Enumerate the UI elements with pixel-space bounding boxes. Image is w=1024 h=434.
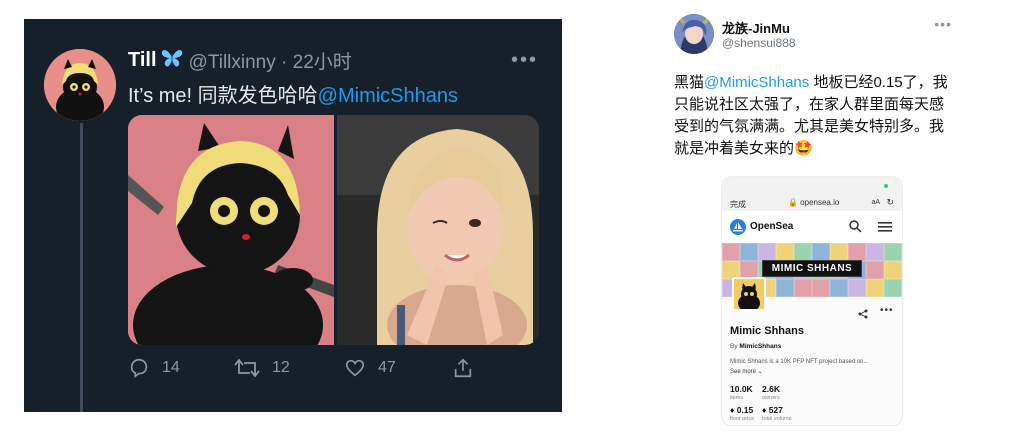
opensea-screenshot[interactable]: 完成 🔒 opensea.io aA ↻ OpenSea MIMIC SHHAN…: [721, 176, 903, 426]
see-more-link[interactable]: See more ⌄: [730, 368, 763, 375]
items-label: items: [730, 395, 744, 401]
retweet-button[interactable]: 12: [234, 357, 344, 379]
reply-button[interactable]: 14: [128, 357, 234, 379]
status-dot: [884, 184, 888, 188]
author-handle: @shensui888: [722, 36, 796, 50]
tweet-text-start: 黑猫: [674, 74, 705, 91]
anime-avatar-icon: [674, 14, 714, 54]
tweet-text-line1-end: 地板已经0.15: [809, 74, 903, 91]
volume-label: total volume: [762, 416, 792, 422]
dark-tweet-card: Till @Tillxinny · 22小时 ••• It’s me! 同款发色…: [24, 19, 562, 412]
owners-label: owners: [762, 395, 780, 401]
tweet-actions: 14 12 47: [128, 357, 508, 379]
items-value: 10.0K: [730, 384, 753, 394]
tweet-media[interactable]: [128, 115, 539, 345]
light-tweet-card: 龙族-JinMu @shensui888 ••• 黑猫@MimicShhans …: [660, 4, 960, 432]
floor-price-label: floor price: [730, 416, 755, 422]
cat-avatar-icon: [44, 49, 116, 121]
tweet-text-body: It’s me! 同款发色哈哈: [128, 85, 318, 107]
done-button[interactable]: 完成: [730, 199, 746, 210]
owners-value: 2.6K: [762, 384, 780, 394]
avatar[interactable]: [674, 14, 714, 54]
cat-avatar-icon: [734, 279, 764, 309]
share-icon[interactable]: [858, 309, 868, 319]
thread-line: [80, 123, 83, 412]
author-name[interactable]: Till: [128, 49, 157, 72]
author-name[interactable]: 龙族-JinMu: [722, 18, 790, 37]
author-handle-time: @Tillxinny · 22小时: [188, 52, 352, 73]
banner-title: MIMIC SHHANS: [762, 260, 862, 277]
collection-description: Mimic Shhans is a 10K PFP NFT project ba…: [730, 359, 869, 365]
selfie-photo-image[interactable]: [337, 115, 539, 345]
like-button[interactable]: 47: [344, 357, 452, 379]
opensea-brand[interactable]: OpenSea: [750, 221, 793, 232]
like-count: 47: [378, 359, 396, 376]
reload-icon[interactable]: ↻: [886, 197, 894, 208]
reply-icon: [130, 358, 148, 378]
url-text[interactable]: 🔒 opensea.io: [788, 198, 839, 207]
collection-name: Mimic Shhans: [730, 325, 804, 337]
browser-bar: 完成 🔒 opensea.io aA ↻: [722, 177, 902, 211]
avatar[interactable]: [44, 49, 116, 121]
collection-avatar: [732, 277, 766, 311]
author-line: Till @Tillxinny · 22小时: [128, 47, 352, 74]
menu-icon[interactable]: [878, 221, 892, 233]
floor-price-value: ♦ 0.15: [730, 405, 754, 415]
creator-link[interactable]: MimicShhans: [739, 343, 781, 350]
text-size-button[interactable]: aA: [871, 199, 880, 206]
retweet-count: 12: [272, 359, 290, 376]
retweet-icon: [234, 358, 260, 378]
more-options-icon[interactable]: •••: [511, 49, 538, 72]
butterfly-icon: [161, 48, 183, 73]
mention-link[interactable]: @MimicShhans: [318, 85, 458, 107]
share-button[interactable]: [452, 357, 486, 379]
opensea-logo-icon[interactable]: [730, 219, 746, 235]
reply-count: 14: [162, 359, 180, 376]
tweet-text: 黑猫@MimicShhans 地板已经0.15了，我只能说社区太强了，在家人群里…: [674, 72, 952, 160]
by-label: By: [730, 343, 738, 350]
heart-icon: [345, 359, 365, 377]
tweet-text: It’s me! 同款发色哈哈@MimicShhans: [128, 79, 458, 108]
mention-link[interactable]: @MimicShhans: [704, 74, 809, 91]
more-options-icon[interactable]: •••: [934, 16, 952, 32]
collection-creator: By MimicShhans: [730, 343, 781, 350]
volume-value: ♦ 527: [762, 405, 783, 415]
more-options-icon[interactable]: •••: [880, 305, 894, 316]
share-icon: [454, 358, 472, 378]
opensea-nav: OpenSea: [722, 211, 902, 243]
search-icon[interactable]: [848, 219, 862, 233]
cat-illustration-image[interactable]: [128, 115, 334, 345]
